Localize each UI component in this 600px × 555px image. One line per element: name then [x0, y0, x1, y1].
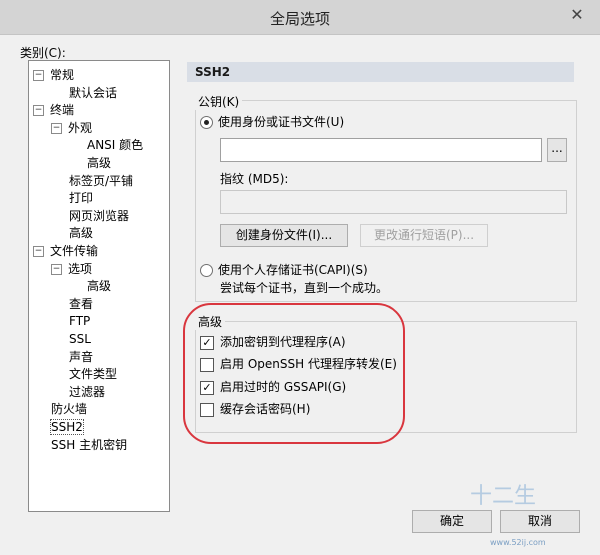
tree-item[interactable]: 高级: [51, 225, 93, 242]
tree-item-label: 高级: [87, 279, 112, 294]
tree-item-label: 防火墙: [51, 402, 88, 417]
tree-item[interactable]: − 终端: [33, 102, 74, 119]
tree-item-label: 声音: [69, 349, 94, 364]
radio-capi-control[interactable]: [200, 264, 213, 277]
tree-item-label: 默认会话: [69, 85, 118, 100]
identity-file-input[interactable]: [220, 138, 542, 162]
radio-identity-file-label: 使用身份或证书文件(U): [218, 115, 345, 129]
tree-item-label: 外观: [68, 120, 93, 135]
create-identity-button[interactable]: 创建身份文件(I)...: [220, 224, 348, 247]
collapse-icon[interactable]: −: [33, 105, 44, 117]
category-tree[interactable]: − 常规 默认会话 − 终端 − 外观 ANSI 颜色 高级 标签页/平铺 打印 网页浏览器 高级 − 文件…: [28, 60, 170, 512]
tree-item-label: 高级: [69, 226, 94, 241]
radio-identity-file[interactable]: 使用身份或证书文件(U): [200, 113, 344, 130]
tree-item[interactable]: 网页浏览器: [51, 208, 129, 225]
tree-item[interactable]: SSH 主机密钥: [33, 437, 127, 454]
tree-item-label: FTP: [69, 314, 91, 329]
tree-item[interactable]: 文件类型: [51, 366, 117, 383]
tree-item-label: 网页浏览器: [69, 208, 130, 223]
tree-item-label: 查看: [69, 296, 94, 311]
tree-item[interactable]: 声音: [51, 349, 93, 366]
collapse-icon[interactable]: −: [33, 246, 44, 257]
tree-item[interactable]: 过滤器: [51, 384, 105, 401]
tree-item[interactable]: 高级: [69, 278, 111, 295]
tree-item-label: SSH2: [50, 419, 84, 435]
tree-item[interactable]: − 常规: [33, 67, 74, 84]
tree-item[interactable]: − 文件传输: [33, 243, 98, 260]
tree-item-label: ANSI 颜色: [87, 138, 144, 153]
tree-item[interactable]: 默认会话: [51, 85, 117, 102]
tree-item-label: 过滤器: [69, 384, 106, 399]
change-passphrase-button: 更改通行短语(P)...: [360, 224, 488, 247]
tree-item-label: 标签页/平铺: [69, 173, 134, 188]
tree-item[interactable]: 查看: [51, 296, 93, 313]
tree-item[interactable]: SSL: [51, 331, 91, 348]
tree-item-label: 高级: [87, 156, 112, 170]
public-key-group-title: 公钥(K): [195, 93, 243, 110]
fingerprint-label: 指纹 (MD5):: [220, 172, 289, 186]
watermark-url: www.52ij.com: [490, 538, 546, 547]
tree-item-label: 常规: [50, 68, 75, 82]
highlight-annotation: [183, 303, 405, 444]
browse-button[interactable]: ...: [547, 138, 567, 162]
tree-item-label: 选项: [68, 261, 93, 276]
radio-capi[interactable]: 使用个人存储证书(CAPI)(S): [200, 261, 368, 278]
tree-item-label: SSH 主机密钥: [51, 437, 128, 452]
tree-item[interactable]: SSH2: [33, 419, 84, 436]
radio-identity-file-control[interactable]: [200, 116, 213, 129]
fingerprint-field: [220, 190, 567, 214]
window-title: 全局选项: [269, 10, 330, 28]
collapse-icon[interactable]: −: [51, 122, 62, 134]
watermark-logo: 十二生: [470, 484, 537, 509]
tree-item-label: 终端: [50, 103, 75, 118]
collapse-icon[interactable]: −: [33, 70, 44, 81]
tree-item[interactable]: 打印: [51, 190, 93, 207]
tree-item[interactable]: 防火墙: [33, 401, 87, 418]
tree-item-label: 文件类型: [69, 367, 118, 382]
tree-item[interactable]: − 选项: [51, 261, 92, 278]
section-heading: SSH2: [187, 62, 574, 82]
tree-item[interactable]: FTP: [51, 313, 90, 330]
close-icon[interactable]: ✕: [562, 4, 592, 26]
tree-item[interactable]: ANSI 颜色: [69, 137, 143, 154]
tree-item-label: 打印: [69, 191, 94, 206]
radio-capi-label: 使用个人存储证书(CAPI)(S): [218, 263, 368, 277]
cancel-button[interactable]: 取消: [500, 510, 580, 533]
tree-item[interactable]: − 外观: [51, 120, 92, 137]
collapse-icon[interactable]: −: [51, 263, 62, 275]
capi-note: 尝试每个证书，直到一个成功。: [220, 281, 389, 295]
tree-item[interactable]: 标签页/平铺: [51, 173, 133, 190]
category-label: 类别(C):: [20, 46, 66, 60]
tree-item-label: 文件传输: [50, 244, 99, 258]
tree-item[interactable]: 高级: [69, 155, 111, 172]
ok-button[interactable]: 确定: [412, 510, 492, 533]
tree-item-label: SSL: [69, 332, 91, 346]
title-bar: 全局选项 ✕: [0, 0, 600, 35]
